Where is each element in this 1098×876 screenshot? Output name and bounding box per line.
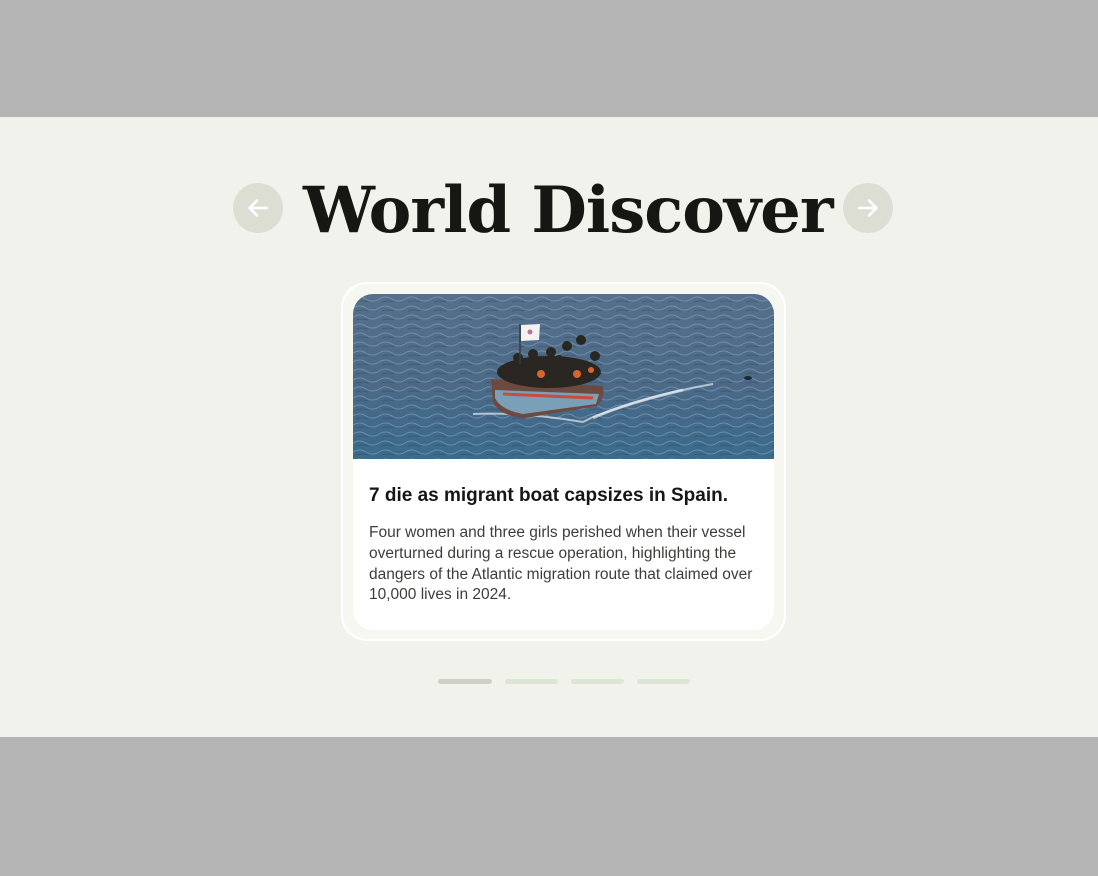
carousel-pagination <box>438 679 690 684</box>
pagination-dot-4[interactable] <box>637 679 690 684</box>
pagination-dot-1[interactable] <box>438 679 492 684</box>
arrow-right-icon <box>857 199 878 217</box>
pagination-dot-2[interactable] <box>505 679 558 684</box>
next-button[interactable] <box>843 183 893 233</box>
news-card[interactable]: 7 die as migrant boat capsizes in Spain.… <box>353 294 774 630</box>
arrow-left-icon <box>248 199 269 217</box>
news-description: Four women and three girls perished when… <box>369 524 753 604</box>
news-card-frame: 7 die as migrant boat capsizes in Spain.… <box>341 282 786 641</box>
carousel-section: World Discover 7 die as migrant boat cap… <box>0 117 1098 737</box>
news-card-image <box>353 294 774 459</box>
prev-button[interactable] <box>233 183 283 233</box>
carousel-header: World Discover <box>0 173 1098 257</box>
page-title: World Discover <box>303 173 834 248</box>
news-headline[interactable]: 7 die as migrant boat capsizes in Spain. <box>369 484 764 508</box>
pagination-dot-3[interactable] <box>571 679 624 684</box>
